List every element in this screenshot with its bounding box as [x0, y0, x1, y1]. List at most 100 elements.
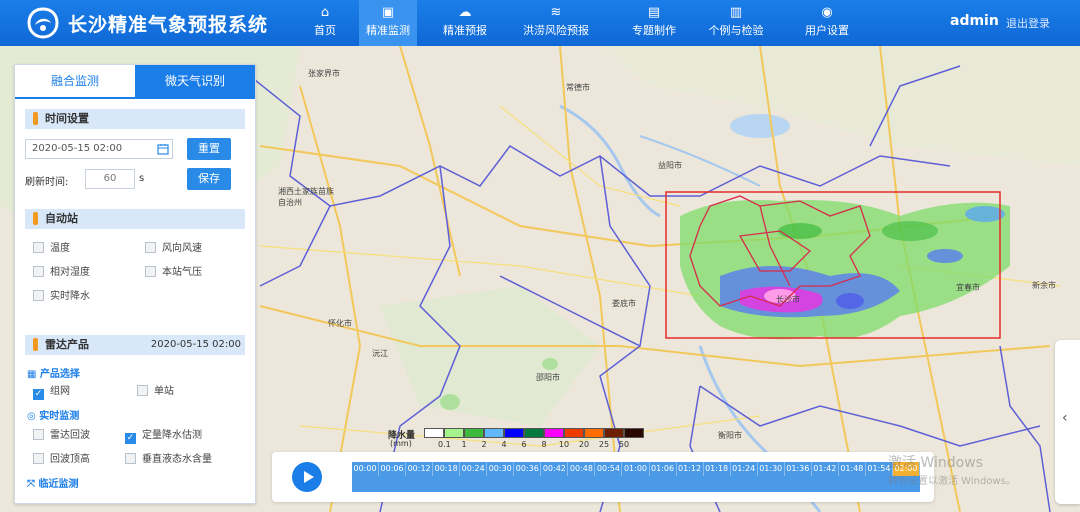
legend-swatch [584, 428, 604, 438]
product-select-heading: ▦ 产品选择 [27, 369, 80, 380]
flood-icon: ≋ [550, 5, 562, 20]
time-slot[interactable]: 00:48 [568, 462, 596, 476]
section-radar: 雷达产品 2020-05-15 02:00 [25, 335, 245, 355]
nav-item-0[interactable]: ⌂ 首页 [295, 0, 355, 46]
section-time-settings: 时间设置 [25, 109, 245, 129]
time-slot[interactable]: 01:12 [677, 462, 704, 476]
time-slot[interactable]: 01:18 [704, 462, 731, 476]
logo-icon [27, 7, 59, 39]
legend-unit: (mm) [390, 439, 412, 448]
reset-button[interactable]: 重置 [187, 138, 231, 160]
case-icon: ▥ [729, 5, 743, 20]
sidebar-tabs: 融合监测 微天气识别 [15, 65, 255, 99]
time-slot[interactable]: 00:36 [514, 462, 542, 476]
username: admin [950, 13, 999, 29]
time-player: 00:00 00:06 00:12 00:18 00:24 00:30 00:36 00:42… [272, 452, 934, 502]
refresh-unit: s [139, 173, 145, 184]
windows-watermark: 激活 Windows [888, 455, 983, 471]
app-header: 长沙精准气象预报系统 ⌂ 首页 ▣ 精准监测 ☁ 精准预报 ≋ 洪涝风险预报 ▤ 专题制作 ▥ 个例与… [0, 0, 1080, 46]
map-label: 宜春市 [956, 283, 980, 292]
legend-swatch [544, 428, 564, 438]
nav-label: 首页 [314, 24, 336, 37]
date-input[interactable]: 2020-05-15 02:00 [25, 139, 173, 159]
checkbox-precipitation[interactable]: 实时降水 [33, 290, 90, 304]
checkbox-grid[interactable]: ✓ 组网 [33, 385, 70, 400]
map-label: 常德市 [566, 83, 590, 92]
expand-icon: ⤧ [27, 479, 35, 490]
legend-swatch [524, 428, 544, 438]
map-label: 怀化市 [328, 319, 352, 328]
nav-item-4[interactable]: ▤ 专题制作 [625, 0, 683, 46]
map-label: 沅江 [372, 349, 388, 358]
tab-micro-weather[interactable]: 微天气识别 [135, 65, 255, 97]
time-slot[interactable]: 00:30 [487, 462, 515, 476]
legend-swatch [624, 428, 644, 438]
tab-fusion-monitoring[interactable]: 融合监测 [15, 65, 135, 97]
checkbox-vil[interactable]: 垂直液态水含量 [125, 453, 212, 467]
time-slot[interactable]: 01:48 [839, 462, 866, 476]
time-slot[interactable]: 00:06 [379, 462, 407, 476]
map-label: 湘西土家族苗族自治州 [278, 187, 334, 207]
home-icon: ⌂ [320, 5, 330, 20]
map-label: 邵阳市 [536, 373, 560, 382]
legend-value: 50 [618, 440, 630, 449]
time-slot[interactable]: 00:24 [460, 462, 488, 476]
nowcast-heading[interactable]: ⤧ 临近监测 [27, 475, 78, 490]
time-slot[interactable]: 00:12 [406, 462, 434, 476]
legend-value: 20 [578, 440, 590, 449]
map-label: 娄底市 [612, 299, 636, 308]
play-button[interactable] [292, 462, 322, 492]
section-auto-station: 自动站 [25, 209, 245, 229]
checkbox-temperature[interactable]: 温度 [33, 242, 70, 256]
checkbox-qpe[interactable]: ✓ 定量降水估测 [125, 429, 202, 444]
nav-item-3[interactable]: ≋ 洪涝风险预报 [517, 0, 595, 46]
legend-swatch [424, 428, 444, 438]
windows-watermark-sub: 转到设置以激活 Windows。 [888, 476, 1016, 487]
map-label: 张家界市 [308, 69, 340, 78]
nav-item-1[interactable]: ▣ 精准监测 [359, 0, 417, 46]
time-slot[interactable]: 00:42 [541, 462, 569, 476]
legend-value: 1 [461, 440, 467, 449]
time-slots: 00:00 00:06 00:12 00:18 00:24 00:30 00:36 00:42… [352, 462, 920, 492]
legend-swatch [564, 428, 584, 438]
save-button[interactable]: 保存 [187, 168, 231, 190]
checkbox-wind[interactable]: 风向风速 [145, 242, 202, 256]
map-label: 益阳市 [658, 161, 682, 170]
time-slot[interactable]: 01:24 [731, 462, 758, 476]
logout-link[interactable]: 退出登录 [1006, 15, 1050, 31]
legend-swatch [444, 428, 464, 438]
grid-icon: ▦ [27, 369, 37, 380]
nav-label: 用户设置 [805, 24, 849, 37]
calendar-icon[interactable] [157, 143, 169, 155]
map-label: 衡阳市 [718, 431, 742, 440]
refresh-input[interactable]: 60 [85, 169, 135, 189]
refresh-label: 刷新时间: [25, 177, 69, 188]
nav-item-2[interactable]: ☁ 精准预报 [435, 0, 495, 46]
target-icon: ◎ [27, 411, 36, 422]
time-slot[interactable]: 00:00 [352, 462, 380, 476]
checkbox-humidity[interactable]: 相对湿度 [33, 266, 90, 280]
section-marker-icon [33, 338, 38, 351]
time-slot[interactable]: 00:54 [595, 462, 623, 476]
time-slot[interactable]: 01:00 [622, 462, 650, 476]
legend-swatch [464, 428, 484, 438]
nav-label: 洪涝风险预报 [523, 24, 589, 37]
checkbox-radar-echo[interactable]: 雷达回波 [33, 429, 90, 443]
checkbox-single-station[interactable]: 单站 [137, 385, 174, 399]
time-slot[interactable]: 01:36 [785, 462, 812, 476]
time-slot[interactable]: 01:06 [650, 462, 677, 476]
radar-date: 2020-05-15 02:00 [150, 339, 241, 350]
chevron-left-icon: ‹ [1062, 410, 1068, 426]
legend-swatch [604, 428, 624, 438]
nav-item-6[interactable]: ◉ 用户设置 [795, 0, 859, 46]
time-slot[interactable]: 01:42 [812, 462, 839, 476]
time-slot[interactable]: 01:30 [758, 462, 785, 476]
nav-item-5[interactable]: ▥ 个例与检验 [703, 0, 769, 46]
legend-value: 0.1 [438, 440, 451, 449]
weather-icon: ☁ [458, 5, 472, 20]
collapse-panel-handle[interactable]: ‹ [1055, 340, 1080, 504]
checkbox-pressure[interactable]: 本站气压 [145, 266, 202, 280]
checkbox-echo-top[interactable]: 回波顶高 [33, 453, 90, 467]
time-slot[interactable]: 00:18 [433, 462, 461, 476]
nav-label: 专题制作 [632, 24, 676, 37]
